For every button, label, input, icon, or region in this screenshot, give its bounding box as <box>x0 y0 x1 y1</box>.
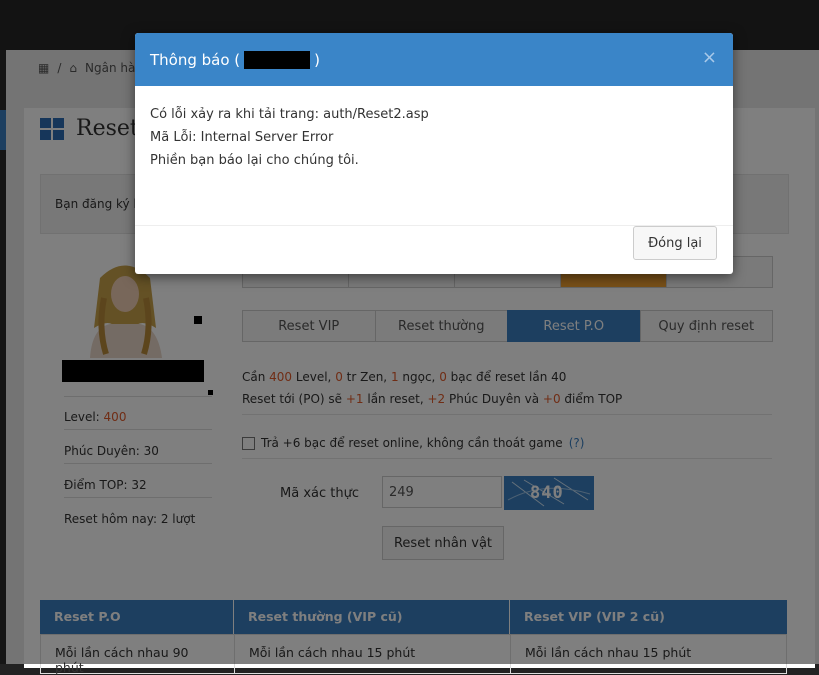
error-dialog: Thông báo ( ) × Có lỗi xảy ra khi tải tr… <box>135 33 733 274</box>
dialog-title-suffix: ) <box>314 50 321 69</box>
dialog-header: Thông báo ( ) × <box>135 33 733 86</box>
close-icon[interactable]: × <box>702 47 717 68</box>
dialog-footer: Đóng lại <box>135 225 733 260</box>
dialog-title-prefix: Thông báo ( <box>150 50 241 69</box>
dialog-title-redacted <box>244 50 311 69</box>
dialog-body: Có lỗi xảy ra khi tải trang: auth/Reset2… <box>135 86 733 172</box>
error-message-line: Có lỗi xảy ra khi tải trang: auth/Reset2… <box>150 107 429 122</box>
error-code-line: Mã Lỗi: Internal Server Error <box>150 130 334 145</box>
close-dialog-button[interactable]: Đóng lại <box>633 226 717 260</box>
report-request-line: Phiền bạn báo lại cho chúng tôi. <box>150 153 359 168</box>
